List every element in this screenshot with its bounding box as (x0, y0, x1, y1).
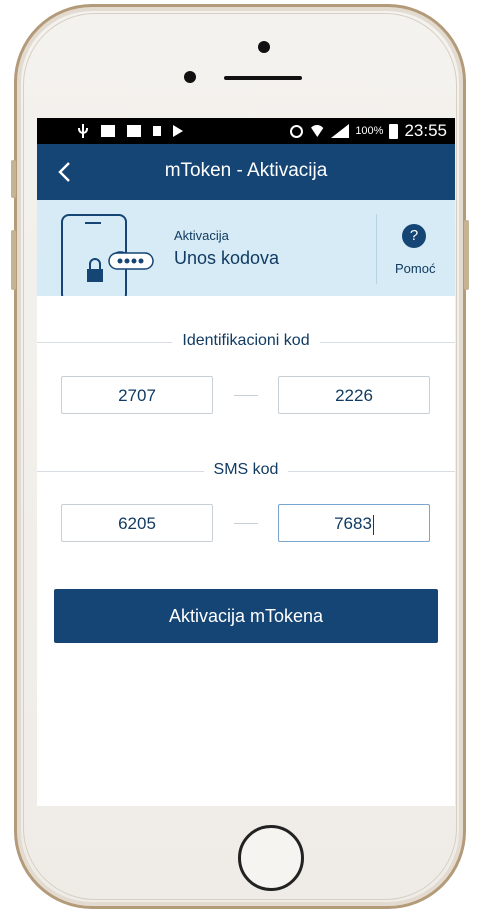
password-dots-icon (108, 252, 154, 270)
sms-code-field-2-value: 7683 (334, 514, 372, 533)
sms-code-label: SMS kod (203, 461, 289, 478)
front-camera (258, 41, 270, 53)
sms-code-field-1[interactable]: 6205 (61, 504, 213, 542)
status-time: 23:55 (404, 121, 447, 140)
power-button (464, 220, 469, 290)
usb-icon (77, 124, 89, 138)
step-title: Unos kodova (174, 248, 280, 268)
sd-icon (153, 126, 161, 136)
identification-code-field-2[interactable]: 2226 (278, 376, 430, 414)
signal-icon (331, 124, 350, 138)
phone-screen: 100% 23:55 mToken - Aktivacija Aktivacij… (37, 118, 455, 806)
activate-mtoken-button[interactable]: Aktivacija mTokena (54, 589, 438, 643)
identification-code-field-1[interactable]: 2707 (61, 376, 213, 414)
wifi-icon (309, 125, 326, 137)
gallery-icon (101, 125, 115, 137)
code-separator (234, 523, 258, 524)
code-separator (234, 395, 258, 396)
battery-percent: 100% (355, 125, 384, 137)
step-label: Aktivacija (174, 228, 229, 243)
status-bar: 100% 23:55 (37, 118, 455, 144)
identification-code-title: Identifikacioni kod (37, 332, 455, 352)
sms-code-title: SMS kod (37, 461, 455, 481)
divider (376, 214, 377, 284)
identification-code-label: Identifikacioni kod (172, 332, 320, 349)
youtube-icon (127, 125, 141, 137)
step-header: Aktivacija Unos kodova ? Pomoć (37, 200, 455, 296)
volume-button (11, 230, 16, 290)
play-store-icon (173, 125, 183, 137)
battery-icon (389, 123, 399, 139)
status-left-icons (77, 124, 183, 138)
side-button (11, 160, 16, 198)
sms-code-field-2[interactable]: 7683 (278, 504, 430, 542)
status-right-icons: 100% 23:55 (290, 121, 447, 141)
help-icon[interactable]: ? (402, 224, 426, 248)
help-label[interactable]: Pomoć (395, 261, 435, 276)
home-button[interactable] (238, 825, 304, 891)
alarm-icon (290, 124, 304, 138)
text-cursor (372, 514, 374, 535)
earpiece-speaker (224, 76, 302, 80)
app-bar: mToken - Aktivacija (37, 144, 455, 200)
page-title: mToken - Aktivacija (164, 160, 328, 181)
proximity-sensor (184, 71, 196, 83)
